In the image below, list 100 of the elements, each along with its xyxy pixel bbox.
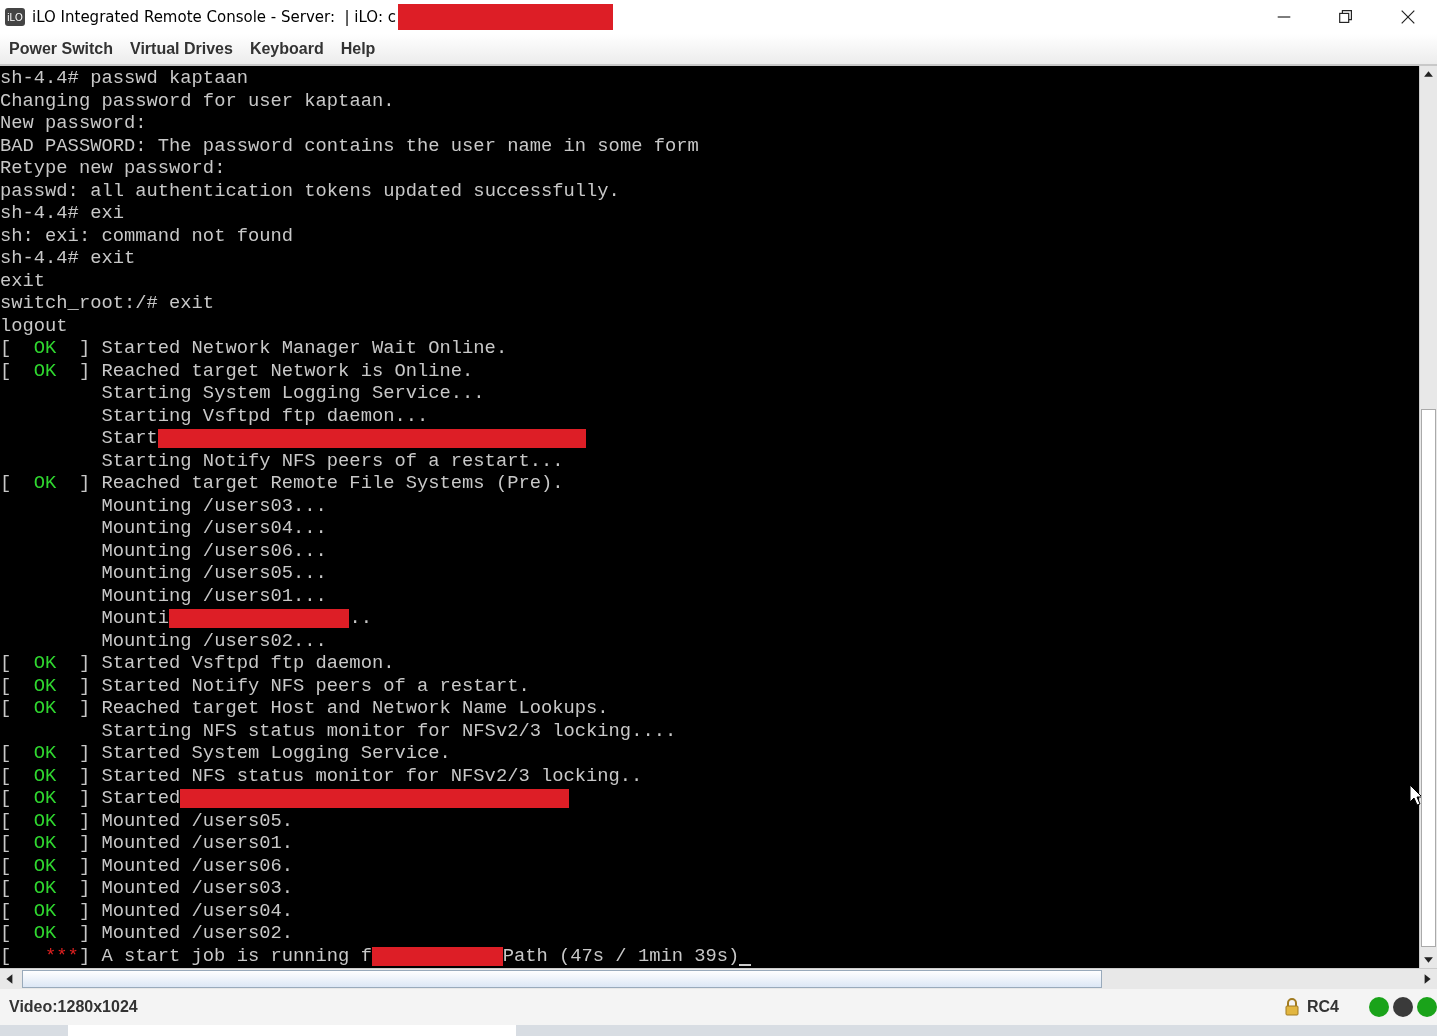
console-line: switch_root:/# exit [0, 292, 215, 315]
console-line: Starting System Logging Service... [100, 382, 485, 405]
bracket: ] [78, 674, 92, 697]
console-line: .. [349, 607, 372, 630]
bracket: [ [0, 899, 13, 922]
console-line: BAD PASSWORD: The password contains the user name in some form [0, 134, 699, 157]
console-line: Mounted /users01. [101, 832, 293, 855]
console-line: Starting Vsftpd ftp daemon... [100, 404, 429, 427]
console-line: Mounting /users02... [100, 629, 327, 652]
bracket: [ [0, 337, 13, 360]
status-label: OK [32, 764, 58, 787]
padlock-icon [1284, 998, 1300, 1016]
status-label: OK [32, 652, 58, 675]
scroll-thumb[interactable] [1421, 409, 1436, 947]
console-line: Mounting /users05... [100, 562, 327, 585]
status-label: OK [32, 922, 58, 945]
console-line: Started System Logging Service. [101, 742, 451, 765]
status-label: OK [32, 899, 58, 922]
scroll-thumb[interactable] [22, 970, 1102, 988]
console-line: Started NFS status monitor for NFSv2/3 locking.. [101, 764, 643, 787]
console-line: logout [0, 314, 68, 337]
console-line: A start job is running f [101, 944, 372, 967]
video-resolution: Video:1280x1024 [9, 998, 138, 1016]
app-icon: iLO [5, 8, 25, 26]
bracket: [ [0, 877, 13, 900]
window-title: iLO Integrated Remote Console - Server: | iLO: c [32, 8, 396, 26]
menu-item[interactable]: Virtual Drives [130, 40, 233, 58]
status-label: OK [32, 742, 58, 765]
bracket: ] [78, 809, 92, 832]
console-line: Starting NFS status monitor for NFSv2/3 locking.... [100, 719, 677, 742]
status-label: OK [32, 854, 58, 877]
console-line: Changing password for user kaptaan. [0, 89, 395, 112]
bracket: [ [0, 764, 13, 787]
console-line: Path (47s / 1min 39s) [502, 944, 740, 967]
status-label: OK [32, 832, 58, 855]
close-icon[interactable] [1399, 8, 1417, 26]
menu-item[interactable]: Help [340, 40, 376, 58]
bracket: [ [0, 652, 13, 675]
status-label: OK [32, 787, 58, 810]
console-line: Starting Notify NFS peers of a restart... [100, 449, 564, 472]
bracket: ] [78, 922, 92, 945]
bracket: ] [78, 832, 92, 855]
console-line: Retype new password: [0, 157, 226, 180]
bracket: [ [0, 854, 13, 877]
console-line: Reached target Network is Online. [101, 359, 474, 382]
restore-icon[interactable] [1337, 8, 1355, 26]
bracket: [ [0, 359, 13, 382]
console-line: Started Network Manager Wait Online. [101, 337, 508, 360]
bracket: [ [0, 472, 13, 495]
console-line: Mounting /users03... [100, 494, 327, 517]
status-label: OK [32, 337, 58, 360]
bracket: ] [78, 337, 92, 360]
console-line: sh-4.4# exi [0, 202, 124, 225]
status-label: OK [32, 877, 58, 900]
status-label: OK [32, 697, 58, 720]
console-line: New password: [0, 112, 147, 135]
console-line: Started Vsftpd ftp daemon. [101, 652, 395, 675]
bracket: [ [0, 742, 13, 765]
status-label: OK [32, 809, 58, 832]
console-line: Mounti [100, 607, 170, 630]
menu-item[interactable]: Keyboard [249, 40, 324, 58]
bracket: [ [0, 922, 13, 945]
console-line: Started Notify NFS peers of a restart. [101, 674, 530, 697]
bracket: [ [0, 787, 13, 810]
console-line: exit [0, 269, 46, 292]
status-label: OK [32, 359, 58, 382]
console-line: Mounted /users02. [101, 922, 293, 945]
bracket: ] [78, 697, 92, 720]
console-line: passwd: all authentication tokens updated successfully. [0, 179, 620, 202]
bracket: ] [78, 899, 92, 922]
bracket: ] [78, 652, 92, 675]
console-line: Mounting /users06... [100, 539, 327, 562]
console-line: Mounted /users06. [101, 854, 293, 877]
bracket: [ [0, 944, 13, 967]
bracket: ] [78, 854, 92, 877]
console-line: Mounting /users04... [100, 517, 327, 540]
console-line: Reached target Host and Network Name Lookups. [101, 697, 609, 720]
status-label: OK [32, 472, 58, 495]
menu-item[interactable]: Power Switch [9, 40, 114, 58]
console-line: sh-4.4# passwd kaptaan [0, 67, 248, 90]
bracket: [ [0, 697, 13, 720]
status-label: *** [44, 944, 79, 967]
bracket: ] [78, 359, 92, 382]
bracket: ] [78, 764, 92, 787]
bracket: [ [0, 832, 13, 855]
console-line: Started [101, 787, 181, 810]
console-line: Mounted /users05. [101, 809, 293, 832]
console-line: Reached target Remote File Systems (Pre). [101, 472, 564, 495]
bracket: ] [78, 742, 92, 765]
horizontal-scrollbar[interactable] [0, 968, 1437, 989]
vertical-scrollbar[interactable] [1419, 66, 1437, 968]
bracket: ] [78, 787, 92, 810]
console-line: Mounting /users01... [100, 584, 327, 607]
bracket: [ [0, 809, 13, 832]
encryption-label: RC4 [1307, 998, 1339, 1016]
bracket: ] [78, 877, 92, 900]
bracket: ] [78, 944, 92, 967]
status-label: OK [32, 674, 58, 697]
console-line: Mounted /users04. [101, 899, 293, 922]
console-line: sh: exi: command not found [0, 224, 294, 247]
